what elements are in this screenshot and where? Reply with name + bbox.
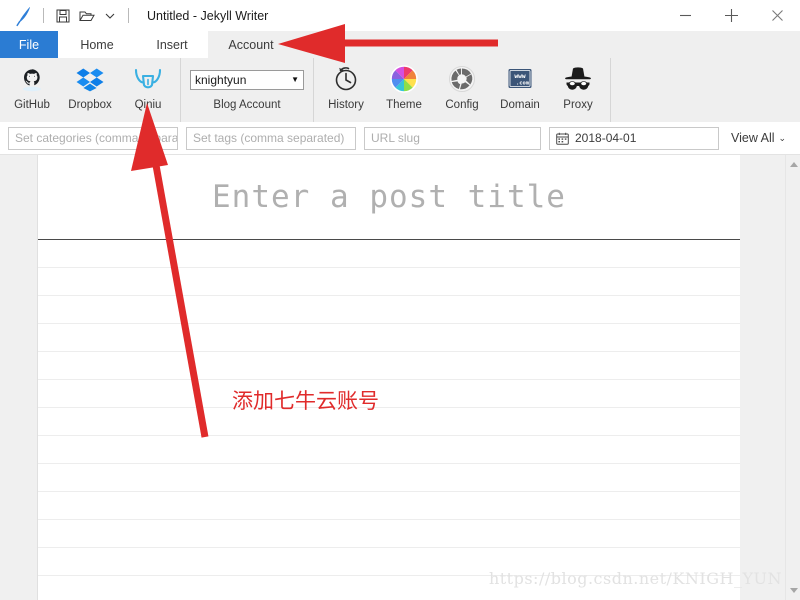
jekyll-writer-window: Untitled - Jekyll Writer File Home Inser… <box>0 0 800 600</box>
ribbon-label-history: History <box>328 99 364 111</box>
editor-line <box>38 464 740 492</box>
date-value: 2018-04-01 <box>575 131 637 145</box>
ribbon-button-theme[interactable]: Theme <box>375 58 433 111</box>
editor-line <box>38 268 740 296</box>
editor-line <box>38 408 740 436</box>
ribbon-label-config: Config <box>445 99 479 111</box>
view-all-button[interactable]: View All ⌄ <box>731 131 786 145</box>
ribbon-group-tools: History Theme Config www .com Domain Pro… <box>314 58 611 122</box>
slug-input[interactable]: URL slug <box>364 126 541 150</box>
chevron-down-icon: ▼ <box>291 75 299 84</box>
scroll-up-arrow-icon[interactable] <box>786 157 800 172</box>
minimize-button[interactable] <box>662 0 708 31</box>
ribbon-label-qiniu: Qiniu <box>134 99 162 111</box>
editor-line <box>38 240 740 268</box>
scroll-down-arrow-icon[interactable] <box>786 583 800 598</box>
tab-insert[interactable]: Insert <box>136 31 208 58</box>
calendar-icon <box>556 132 569 145</box>
app-logo-icon <box>13 4 35 28</box>
editor-line <box>38 436 740 464</box>
ribbon-label-theme: Theme <box>386 99 422 111</box>
ribbon-button-proxy[interactable]: Proxy <box>549 58 607 111</box>
ribbon-label-github: GitHub <box>14 99 50 111</box>
tags-input[interactable]: Set tags (comma separated) <box>186 126 356 150</box>
maximize-button[interactable] <box>708 0 754 31</box>
watermark-text: https://blog.csdn.net/KNIGH_YUN <box>488 569 782 588</box>
ribbon-button-qiniu[interactable]: Qiniu <box>119 58 177 111</box>
editor-right-gutter <box>740 155 785 600</box>
incognito-hat-icon <box>561 62 595 96</box>
open-folder-icon[interactable] <box>76 5 98 27</box>
ribbon-button-history[interactable]: History <box>317 58 375 111</box>
svg-text:.com: .com <box>516 81 530 87</box>
quick-access-divider-2 <box>128 8 129 23</box>
ribbon-button-config[interactable]: Config <box>433 58 491 111</box>
editor-line <box>38 520 740 548</box>
ribbon-button-github[interactable]: GitHub <box>3 58 61 111</box>
svg-text:www: www <box>514 73 525 80</box>
tab-home[interactable]: Home <box>58 31 136 58</box>
window-title: Untitled - Jekyll Writer <box>147 8 269 23</box>
chevron-down-icon: ⌄ <box>778 132 787 143</box>
ribbon-button-dropbox[interactable]: Dropbox <box>61 58 119 111</box>
tab-file[interactable]: File <box>0 31 58 58</box>
window-controls <box>662 0 800 31</box>
view-all-label: View All <box>731 131 775 145</box>
blog-account-select[interactable]: knightyun ▼ <box>190 70 304 90</box>
ribbon-account: GitHub Dropbox Qiniu knightyun ▼ Blog Ac… <box>0 58 800 122</box>
editor-line <box>38 296 740 324</box>
customize-quick-access-chevron-down-icon[interactable] <box>100 5 120 27</box>
date-picker[interactable]: 2018-04-01 <box>549 126 719 150</box>
editor-page[interactable]: Enter a post title <box>38 155 740 600</box>
ribbon-group-blog-account: knightyun ▼ Blog Account <box>181 58 314 122</box>
title-bar: Untitled - Jekyll Writer <box>0 0 800 31</box>
ribbon-group-providers: GitHub Dropbox Qiniu <box>0 58 181 122</box>
qiniu-bull-icon <box>131 62 165 96</box>
post-title-placeholder: Enter a post title <box>212 179 566 215</box>
editor-line <box>38 492 740 520</box>
post-meta-bar: Set categories (comma separated) Set tag… <box>0 122 800 155</box>
categories-input[interactable]: Set categories (comma separated) <box>8 126 178 150</box>
blog-account-value: knightyun <box>195 73 247 87</box>
tab-account[interactable]: Account <box>208 31 294 58</box>
post-title-field[interactable]: Enter a post title <box>38 155 740 240</box>
editor-left-gutter <box>0 155 38 600</box>
tab-bar-filler <box>294 31 800 58</box>
ribbon-tab-bar: File Home Insert Account <box>0 31 800 58</box>
www-dotcom-icon: www .com <box>503 62 537 96</box>
github-octocat-icon <box>15 62 49 96</box>
save-icon[interactable] <box>52 5 74 27</box>
ribbon-button-domain[interactable]: www .com Domain <box>491 58 549 111</box>
ribbon-label-domain: Domain <box>500 99 540 111</box>
gear-icon <box>445 62 479 96</box>
editor-area: Enter a post title <box>0 155 800 600</box>
color-wheel-icon <box>387 62 421 96</box>
editor-line <box>38 380 740 408</box>
ribbon-label-dropbox: Dropbox <box>68 99 112 111</box>
clock-history-icon <box>329 62 363 96</box>
dropbox-icon <box>73 62 107 96</box>
ribbon-group-caption-blog-account: Blog Account <box>213 99 281 111</box>
close-button[interactable] <box>754 0 800 31</box>
editor-line <box>38 352 740 380</box>
quick-access-divider-1 <box>43 8 44 23</box>
editor-line <box>38 324 740 352</box>
editor-vertical-scrollbar[interactable] <box>785 155 800 600</box>
ribbon-label-proxy: Proxy <box>563 99 593 111</box>
quick-access-toolbar: Untitled - Jekyll Writer <box>0 0 268 31</box>
